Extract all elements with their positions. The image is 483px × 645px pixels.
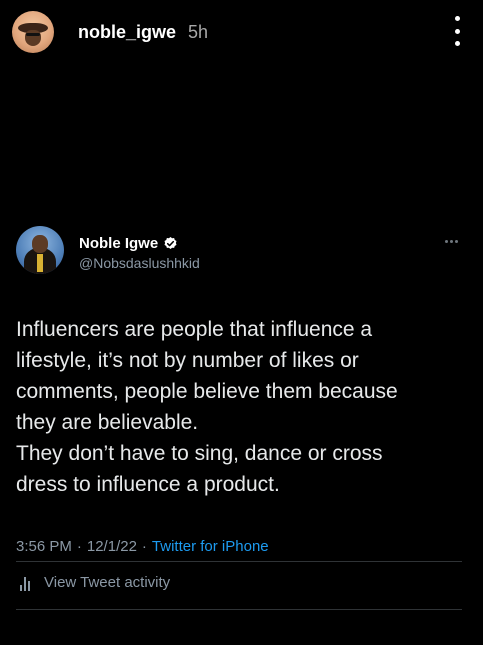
story-timestamp: 5h [188,21,209,42]
tweet-text-line: dress to influence a product. [16,473,280,496]
meta-separator: · [76,538,82,555]
tweet-text: Influencers are people that influence a … [16,314,462,500]
tweet-text-line: Influencers are people that influence a [16,318,373,341]
view-tweet-activity-button[interactable]: View Tweet activity [20,574,170,591]
tweet-text-line: comments, people believe them because [16,380,398,403]
meta-separator: · [141,538,147,555]
divider [16,609,462,610]
tweet-display-name[interactable]: Noble Igwe [79,235,158,252]
tweet-card: Noble Igwe @Nobsdaslushhkid Influencers … [16,226,462,555]
avatar-head-shape [32,235,48,253]
tweet-time[interactable]: 3:56 PM [16,538,72,555]
activity-label: View Tweet activity [44,574,171,591]
tweet-avatar[interactable] [16,226,64,274]
bar-chart-icon [20,575,34,591]
tweet-handle[interactable]: @Nobsdaslushhkid [79,255,200,271]
story-username[interactable]: noble_igwe [78,22,176,43]
story-avatar[interactable] [12,11,54,53]
tweet-name-row: Noble Igwe [79,235,200,252]
tweet-text-line: lifestyle, it’s not by number of likes o… [16,349,359,372]
tweet-header: Noble Igwe @Nobsdaslushhkid [16,226,462,280]
tweet-text-line: they are believable. [16,411,199,434]
vertical-ellipsis-icon[interactable] [447,16,467,46]
tweet-author: Noble Igwe @Nobsdaslushhkid [79,235,200,271]
verified-badge-icon [164,236,177,249]
avatar-glasses-shape [26,33,40,36]
tweet-text-line: They don’t have to sing, dance or cross [16,442,383,465]
avatar-scarf-shape [37,254,43,272]
story-header: noble_igwe 5h [12,10,467,54]
tweet-date[interactable]: 12/1/22 [87,538,137,555]
divider [16,561,462,562]
tweet-meta: 3:56 PM · 12/1/22 · Twitter for iPhone [16,538,462,555]
tweet-source-link[interactable]: Twitter for iPhone [152,538,269,555]
more-options-icon[interactable] [445,240,458,243]
